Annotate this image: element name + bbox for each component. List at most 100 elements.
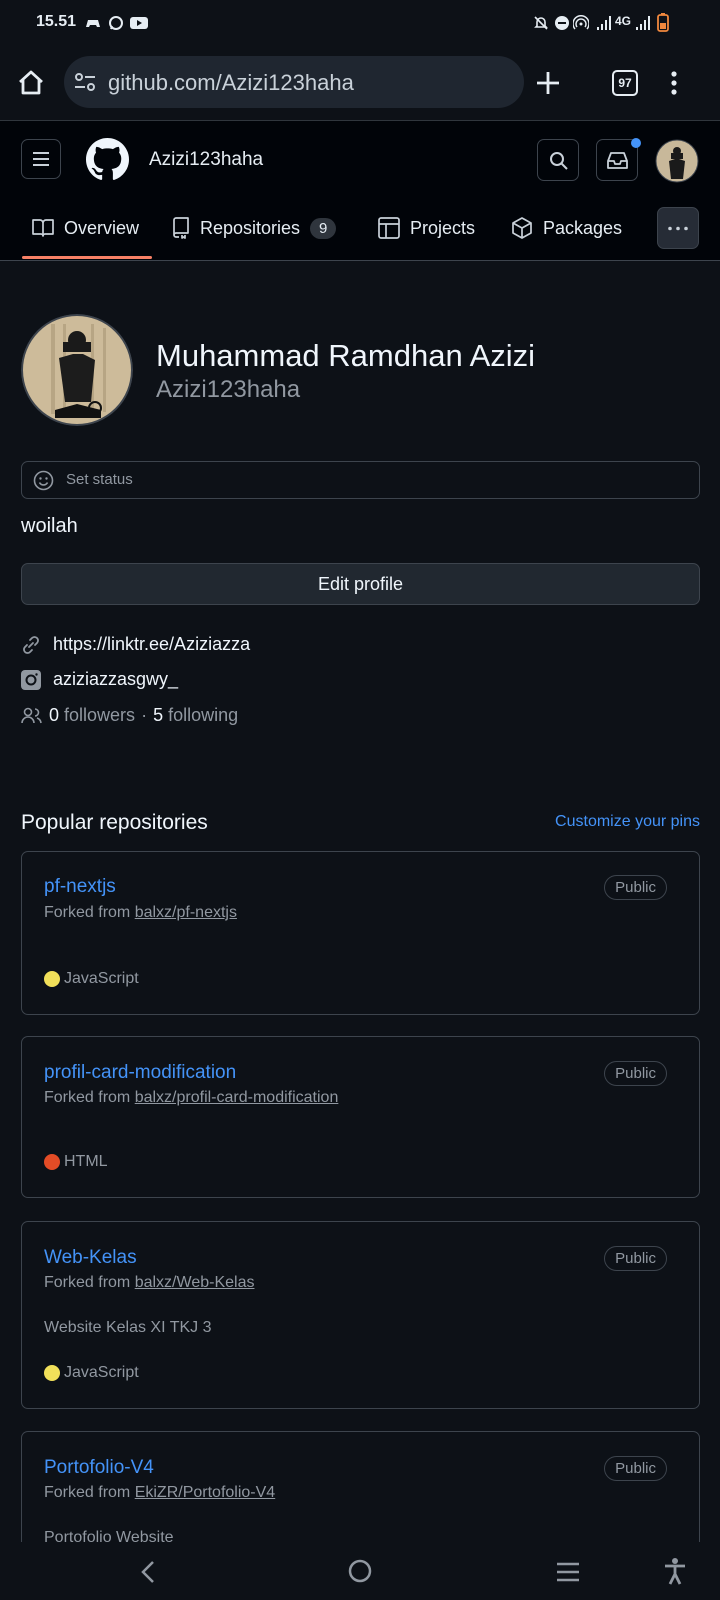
language-name: HTML	[64, 1153, 108, 1170]
back-icon[interactable]	[140, 1560, 156, 1584]
forked-prefix: Forked from	[44, 1089, 131, 1106]
language-name: JavaScript	[64, 1364, 139, 1381]
language-name: JavaScript	[64, 970, 139, 987]
tab-packages[interactable]: Packages	[511, 198, 622, 258]
recents-icon[interactable]	[556, 1562, 580, 1582]
popular-repos-heading: Popular repositories	[21, 811, 208, 834]
followers-count: 0	[49, 705, 60, 725]
visibility-badge: Public	[604, 1246, 667, 1271]
profile-tabs: Overview Repositories 9 Projects Package…	[0, 198, 720, 261]
mute-bell-icon	[534, 16, 548, 30]
more-horizontal-icon	[668, 226, 688, 231]
smiley-icon	[33, 470, 54, 491]
tab-label: Repositories	[200, 217, 301, 238]
tab-repositories[interactable]: Repositories 9	[172, 198, 337, 258]
search-button[interactable]	[537, 139, 579, 181]
whatsapp-icon	[109, 16, 123, 30]
profile-full-name: Muhammad Ramdhan Azizi	[156, 338, 536, 373]
fork-source-link[interactable]: balxz/pf-nextjs	[135, 904, 237, 921]
repo-icon	[173, 217, 189, 239]
tab-label: Packages	[543, 217, 623, 238]
site-settings-icon[interactable]	[74, 72, 96, 92]
avatar[interactable]	[655, 139, 699, 183]
more-vert-icon[interactable]	[666, 70, 682, 96]
menu-button[interactable]	[21, 139, 61, 179]
hotspot-icon	[573, 15, 589, 30]
customize-pins-link[interactable]: Customize your pins	[555, 813, 700, 831]
follow-stats-row: 0 followers · 5 following	[21, 705, 238, 726]
profile-instagram-row: aziziazzasgwy_	[21, 669, 178, 690]
fork-source-link[interactable]: balxz/profil-card-modification	[135, 1089, 339, 1106]
new-tab-icon[interactable]	[535, 70, 561, 96]
repo-fork-info: Forked from balxz/Web-Kelas	[44, 1274, 254, 1292]
table-icon	[378, 217, 400, 239]
tab-projects[interactable]: Projects	[378, 198, 475, 258]
package-icon	[512, 217, 532, 239]
accessibility-icon[interactable]	[664, 1557, 686, 1585]
address-bar[interactable]: github.com/Azizi123haha	[64, 56, 524, 108]
more-tabs-button[interactable]	[657, 207, 699, 249]
repo-fork-info: Forked from balxz/pf-nextjs	[44, 904, 237, 922]
forked-prefix: Forked from	[44, 1274, 131, 1291]
tab-overview[interactable]: Overview	[32, 198, 139, 258]
following-label: following	[168, 705, 239, 725]
inbox-icon	[607, 152, 628, 169]
home-icon[interactable]	[17, 69, 45, 97]
github-header: Azizi123haha	[0, 121, 720, 198]
set-status-label: Set status	[66, 471, 133, 488]
active-tab-indicator	[22, 256, 152, 259]
profile-website-link[interactable]: https://linktr.ee/Aziziazza	[53, 634, 250, 655]
tab-label: Overview	[64, 217, 140, 238]
followers-link[interactable]: 0 followers	[49, 705, 135, 726]
home-circle-icon[interactable]	[348, 1559, 372, 1583]
browser-toolbar: github.com/Azizi123haha 97	[0, 46, 720, 121]
profile-login: Azizi123haha	[156, 376, 301, 403]
forked-prefix: Forked from	[44, 1484, 131, 1501]
people-icon	[21, 707, 42, 723]
repo-language: JavaScript	[44, 970, 139, 988]
visibility-badge: Public	[604, 875, 667, 900]
dnd-icon	[555, 16, 569, 30]
profile-avatar[interactable]	[21, 314, 133, 426]
signal-2-icon	[636, 16, 650, 30]
profile-instagram-handle[interactable]: aziziazzasgwy_	[53, 669, 178, 690]
repo-name-link[interactable]: profil-card-modification	[44, 1062, 236, 1084]
following-link[interactable]: 5 following	[153, 705, 238, 726]
youtube-icon	[130, 17, 148, 29]
repo-name-link[interactable]: Portofolio-V4	[44, 1457, 154, 1479]
repo-language: JavaScript	[44, 1364, 139, 1382]
fork-source-link[interactable]: EkiZR/Portofolio-V4	[135, 1484, 276, 1501]
url-text[interactable]: github.com/Azizi123haha	[108, 70, 354, 96]
status-time: 15.51	[36, 13, 77, 30]
repo-count-badge: 9	[310, 217, 337, 239]
system-nav-bar	[0, 1542, 720, 1600]
repo-description: Website Kelas XI TKJ 3	[44, 1319, 212, 1336]
search-icon	[550, 152, 568, 170]
repo-name-link[interactable]: Web-Kelas	[44, 1247, 137, 1269]
notification-dot	[631, 138, 641, 148]
tab-switcher-button[interactable]: 97	[612, 70, 638, 96]
status-bar: 15.51 4G	[0, 0, 720, 46]
repo-fork-info: Forked from EkiZR/Portofolio-V4	[44, 1484, 275, 1502]
hamburger-icon	[33, 152, 49, 166]
header-username[interactable]: Azizi123haha	[149, 149, 263, 171]
language-color-dot	[44, 1154, 60, 1170]
set-status-button[interactable]: Set status	[21, 461, 700, 499]
forked-prefix: Forked from	[44, 904, 131, 921]
stats-separator: ·	[141, 705, 148, 725]
repo-name-link[interactable]: pf-nextjs	[44, 876, 116, 898]
following-count: 5	[153, 705, 164, 725]
tab-label: Projects	[410, 217, 476, 238]
edit-profile-button[interactable]: Edit profile	[21, 563, 700, 605]
profile-bio: woilah	[21, 515, 78, 537]
repo-card: pf-nextjs Public Forked from balxz/pf-ne…	[21, 851, 700, 1015]
repo-fork-info: Forked from balxz/profil-card-modificati…	[44, 1089, 338, 1107]
signal-icon	[597, 16, 611, 30]
book-icon	[32, 219, 54, 237]
repo-card: profil-card-modification Public Forked f…	[21, 1036, 700, 1198]
fork-source-link[interactable]: balxz/Web-Kelas	[135, 1274, 255, 1291]
repo-card: Web-Kelas Public Forked from balxz/Web-K…	[21, 1221, 700, 1409]
game-controller-icon	[86, 20, 100, 27]
github-logo-icon[interactable]	[86, 138, 129, 181]
followers-label: followers	[64, 705, 136, 725]
